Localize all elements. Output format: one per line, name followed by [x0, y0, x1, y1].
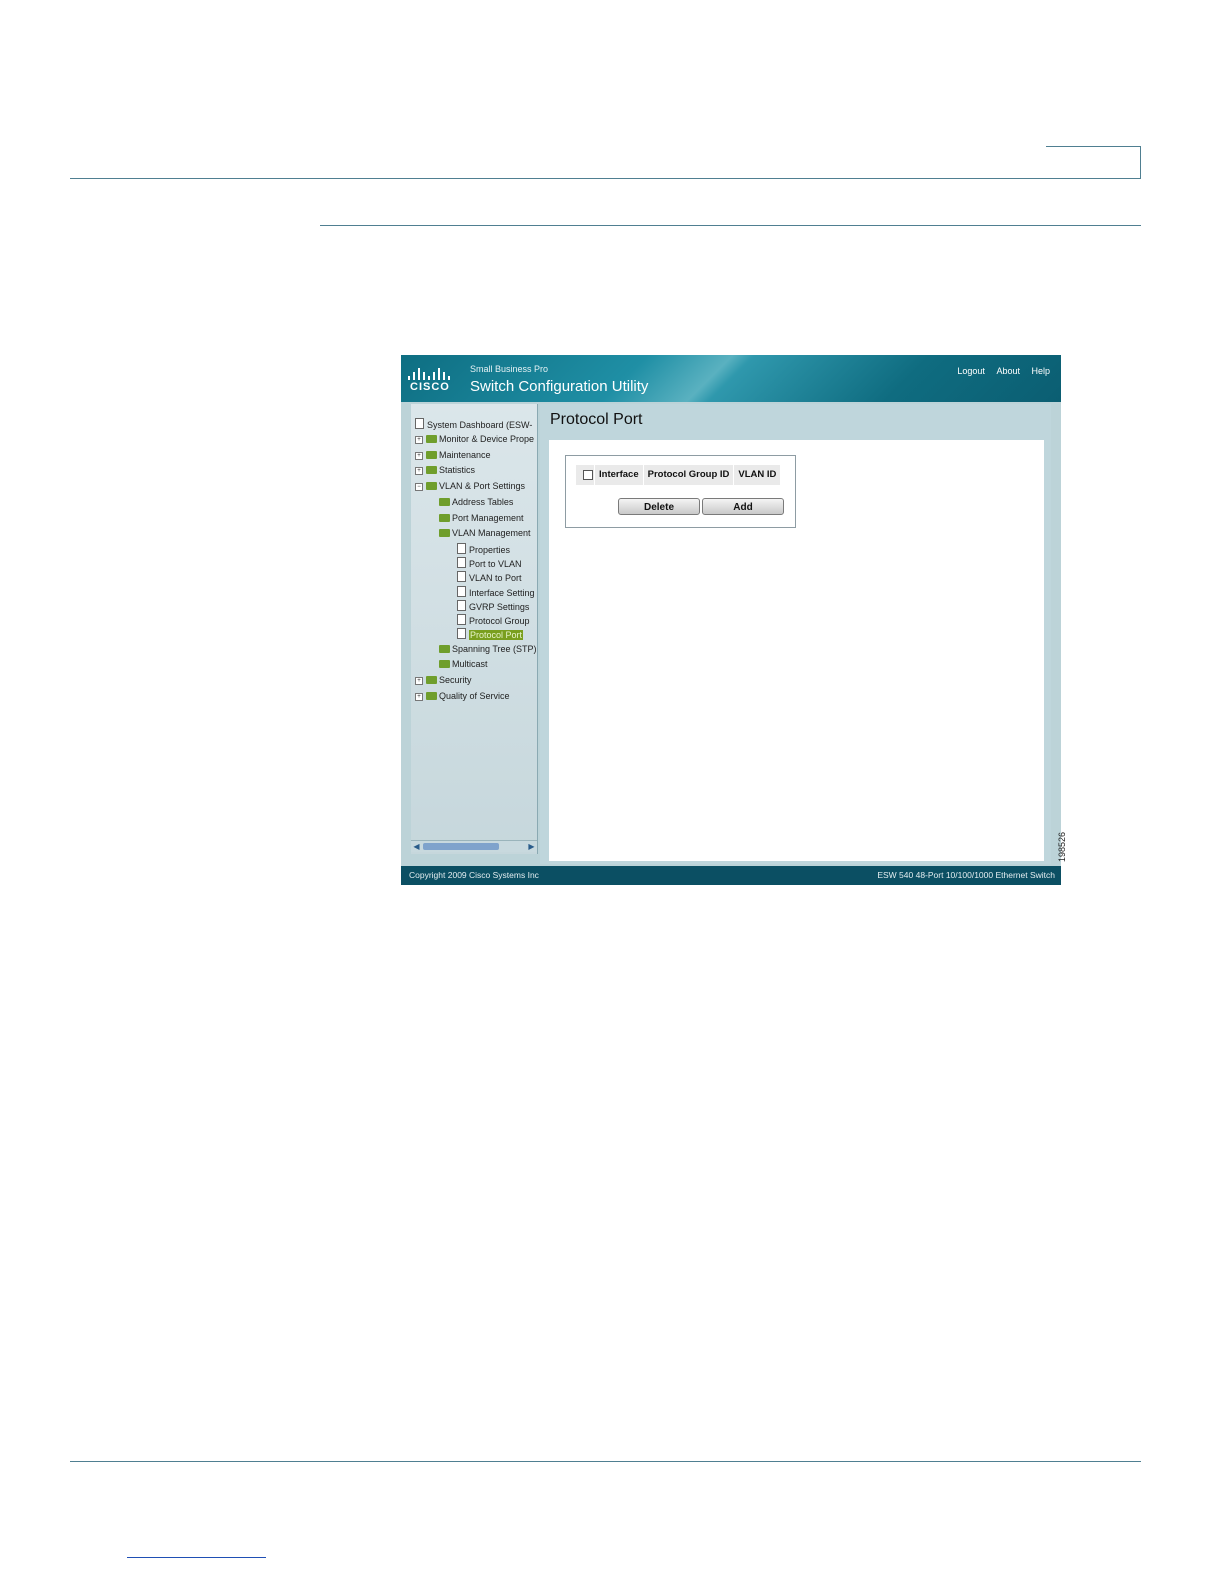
footer-rule	[70, 1461, 1141, 1462]
cisco-logo-icon	[408, 368, 454, 380]
folder-icon	[439, 645, 450, 653]
folder-icon	[426, 435, 437, 443]
cisco-logo-text: CISCO	[410, 381, 450, 393]
scroll-right-icon[interactable]: ▶	[527, 841, 536, 852]
nav-item-gvrp-settings[interactable]: GVRP Settings	[457, 600, 529, 613]
copyright-text: Copyright 2009 Cisco Systems Inc	[409, 870, 539, 880]
nav-item-vlan-management[interactable]: VLAN Management	[439, 527, 531, 540]
folder-icon	[439, 514, 450, 522]
nav-item-monitor[interactable]: + Monitor & Device Prope	[415, 433, 534, 446]
nav-item-maintenance[interactable]: + Maintenance	[415, 449, 491, 462]
page-icon	[457, 586, 466, 597]
select-all-checkbox[interactable]	[583, 470, 593, 480]
nav-item-system-dashboard[interactable]: System Dashboard (ESW-	[415, 418, 532, 431]
nav-item-multicast[interactable]: Multicast	[439, 658, 488, 671]
nav-item-vlan-port-settings[interactable]: − VLAN & Port Settings	[415, 480, 525, 493]
scrollbar-thumb[interactable]	[423, 843, 499, 850]
nav-item-port-management[interactable]: Port Management	[439, 512, 524, 525]
scroll-left-icon[interactable]: ◀	[412, 841, 421, 852]
folder-open-icon	[426, 482, 437, 490]
nav-item-address-tables[interactable]: Address Tables	[439, 496, 513, 509]
nav-item-protocol-group[interactable]: Protocol Group	[457, 614, 530, 627]
nav-item-selected-label: Protocol Port	[469, 630, 524, 640]
expand-icon[interactable]: +	[415, 467, 423, 475]
nav-item-statistics[interactable]: + Statistics	[415, 464, 475, 477]
add-button[interactable]: Add	[702, 498, 784, 515]
expand-icon[interactable]: +	[415, 677, 423, 685]
folder-icon	[426, 692, 437, 700]
column-protocol-group-id: Protocol Group ID	[643, 465, 735, 485]
page-icon	[457, 600, 466, 611]
nav-item-security[interactable]: + Security	[415, 674, 472, 687]
page-icon	[457, 543, 466, 554]
nav-item-properties[interactable]: Properties	[457, 543, 510, 556]
section-rule	[320, 225, 1141, 226]
brand-subtitle: Small Business Pro	[470, 364, 549, 374]
nav-tree: System Dashboard (ESW- + Monitor & Device…	[411, 404, 538, 854]
logout-link[interactable]: Logout	[957, 366, 985, 376]
page-icon	[457, 614, 466, 625]
help-link[interactable]: Help	[1031, 366, 1050, 376]
folder-icon	[439, 498, 450, 506]
device-model-text: ESW 540 48-Port 10/100/1000 Ethernet Swi…	[877, 870, 1055, 880]
page-icon	[457, 571, 466, 582]
nav-item-quality-of-service[interactable]: + Quality of Service	[415, 690, 510, 703]
nav-item-port-to-vlan[interactable]: Port to VLAN	[457, 557, 522, 570]
app-header: CISCO Small Business Pro Switch Configur…	[401, 355, 1061, 402]
nav-item-protocol-port[interactable]: Protocol Port	[457, 628, 524, 641]
protocol-port-table: Interface Protocol Group ID VLAN ID Dele…	[565, 455, 796, 528]
page-icon	[457, 628, 466, 639]
expand-icon[interactable]: +	[415, 693, 423, 701]
folder-icon	[426, 451, 437, 459]
select-all-checkbox-cell	[576, 465, 595, 485]
screenshot-figure: CISCO Small Business Pro Switch Configur…	[401, 355, 1061, 885]
app-footer: Copyright 2009 Cisco Systems Inc ESW 540…	[401, 866, 1061, 885]
about-link[interactable]: About	[996, 366, 1020, 376]
delete-button[interactable]: Delete	[618, 498, 700, 515]
column-vlan-id: VLAN ID	[734, 465, 782, 485]
folder-icon	[426, 466, 437, 474]
nav-horizontal-scrollbar[interactable]: ◀ ▶	[411, 840, 537, 852]
header-links: Logout About Help	[948, 366, 1050, 376]
nav-item-interface-setting[interactable]: Interface Setting	[457, 586, 535, 599]
folder-icon	[439, 660, 450, 668]
figure-number: 198526	[1057, 831, 1067, 862]
nav-item-spanning-tree[interactable]: Spanning Tree (STP)	[439, 643, 537, 656]
page-icon	[457, 557, 466, 568]
content-body: Interface Protocol Group ID VLAN ID Dele…	[549, 440, 1044, 861]
expand-icon[interactable]: +	[415, 452, 423, 460]
page-icon	[415, 418, 424, 429]
column-interface: Interface	[595, 465, 644, 485]
header-rule	[70, 178, 1141, 179]
content-pane: Protocol Port Interface Protocol Group I…	[540, 404, 1051, 864]
nav-item-vlan-to-port[interactable]: VLAN to Port	[457, 571, 522, 584]
collapse-icon[interactable]: −	[415, 483, 423, 491]
footer-link-underline[interactable]	[127, 1557, 266, 1558]
table-header: Interface Protocol Group ID VLAN ID	[576, 465, 782, 485]
folder-icon	[426, 676, 437, 684]
app-title: Switch Configuration Utility	[470, 378, 649, 395]
folder-open-icon	[439, 529, 450, 537]
chapter-tab-box	[1046, 146, 1141, 179]
page-title: Protocol Port	[550, 411, 643, 428]
expand-icon[interactable]: +	[415, 436, 423, 444]
